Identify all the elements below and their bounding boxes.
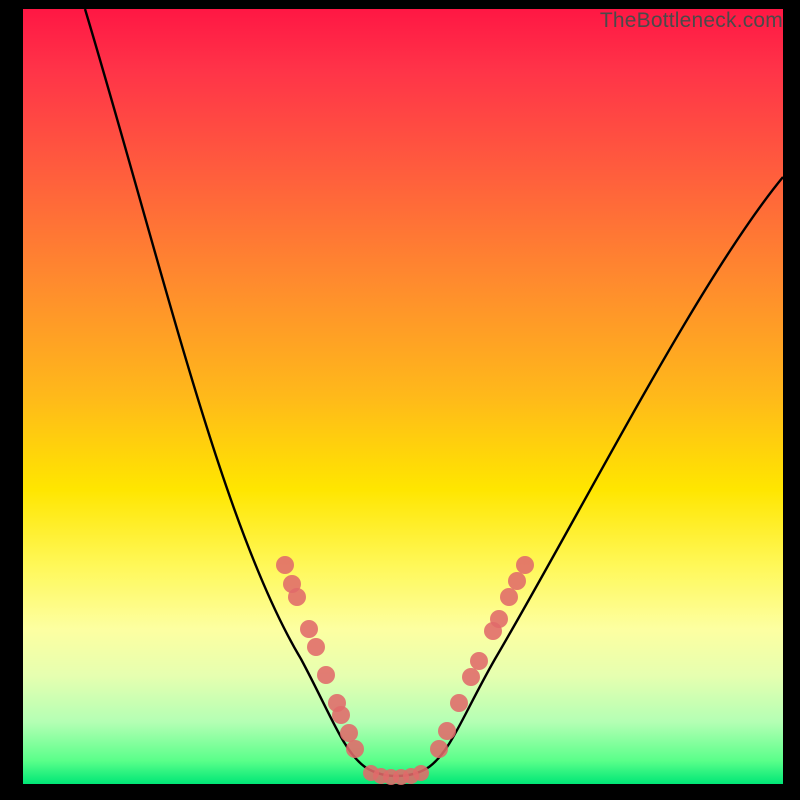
data-point [490,610,508,628]
data-point [470,652,488,670]
data-point [300,620,318,638]
data-point [450,694,468,712]
data-point [307,638,325,656]
data-point [508,572,526,590]
data-point [346,740,364,758]
data-point [516,556,534,574]
data-point [438,722,456,740]
plot-area [23,9,783,784]
data-point [332,706,350,724]
data-point [500,588,518,606]
right-dots-group [430,556,534,758]
data-point [276,556,294,574]
v-curve [85,9,783,776]
data-point [317,666,335,684]
bottleneck-curve-svg [23,9,783,784]
data-point [288,588,306,606]
data-point [462,668,480,686]
data-point [430,740,448,758]
data-point [340,724,358,742]
data-point [413,765,429,781]
bottom-dots-group [363,765,429,785]
left-dots-group [276,556,364,758]
chart-frame: TheBottleneck.com [0,0,800,800]
